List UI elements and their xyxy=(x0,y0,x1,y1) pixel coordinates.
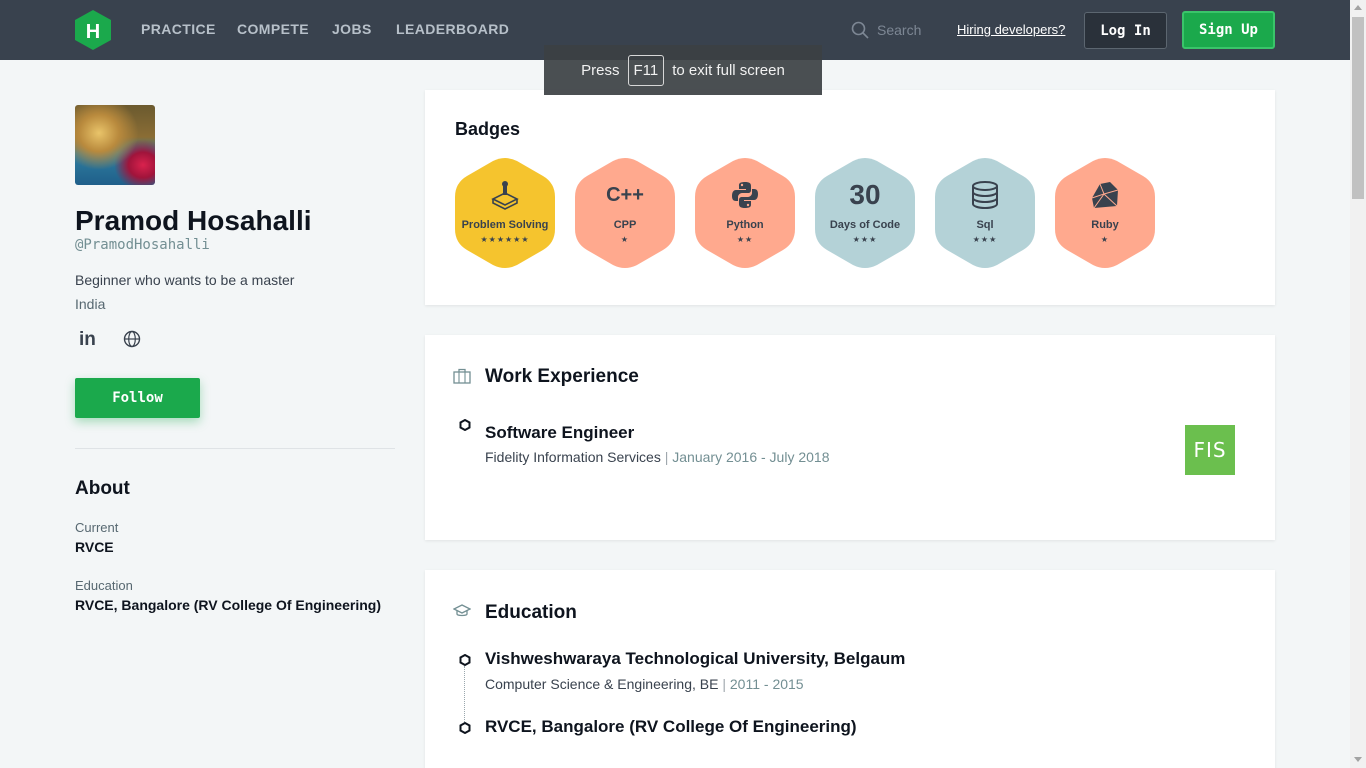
badge-label: Ruby xyxy=(1091,219,1119,231)
badge-hexagon xyxy=(1055,158,1155,268)
about-education-label: Education xyxy=(75,578,133,593)
nav-compete[interactable]: COMPETE xyxy=(237,21,309,37)
fullscreen-notice-press: Press xyxy=(581,61,620,79)
separator: | xyxy=(722,676,726,692)
about-title: About xyxy=(75,478,130,499)
cpp-icon-text: C++ xyxy=(606,183,644,206)
database-icon xyxy=(935,178,1035,212)
work-dates: January 2016 - July 2018 xyxy=(672,449,830,465)
work-role: Software Engineer xyxy=(485,423,635,442)
timeline-hexagon-icon xyxy=(459,654,471,666)
education-card: Education Vishweshwaraya Technological U… xyxy=(425,570,1275,768)
profile-country: India xyxy=(75,296,106,312)
cpp-icon: C++ xyxy=(575,178,675,212)
badge-hexagon xyxy=(815,158,915,268)
badge-hexagon xyxy=(455,158,555,268)
badge-stars: ★★ xyxy=(736,235,754,244)
education-school: RVCE, Bangalore (RV College Of Engineeri… xyxy=(485,717,857,736)
scroll-down-arrow-icon[interactable] xyxy=(1354,757,1362,762)
follow-button[interactable]: Follow xyxy=(75,378,200,418)
badge-label: Problem Solving xyxy=(461,219,549,231)
login-button[interactable]: Log In xyxy=(1084,12,1167,49)
timeline-hexagon-icon xyxy=(459,722,471,734)
nav-jobs[interactable]: JOBS xyxy=(332,21,372,37)
badges-title: Badges xyxy=(455,119,521,139)
website-globe-icon[interactable] xyxy=(123,330,141,348)
ruby-icon xyxy=(1055,178,1155,212)
briefcase-icon xyxy=(453,368,471,384)
search-icon[interactable] xyxy=(851,21,869,39)
badge-ruby[interactable]: Ruby ★ xyxy=(1055,158,1155,268)
badge-label: Sql xyxy=(976,219,994,231)
linkedin-icon[interactable]: in xyxy=(79,329,96,351)
badge-hexagon xyxy=(935,158,1035,268)
badge-sql[interactable]: Sql ★★★ xyxy=(935,158,1035,268)
badge-stars: ★★★★★★ xyxy=(480,235,530,244)
scrollbar-thumb[interactable] xyxy=(1352,17,1364,199)
30-days-icon: 30 xyxy=(815,178,915,212)
about-current-value: RVCE xyxy=(75,539,114,555)
30-days-icon-text: 30 xyxy=(849,179,881,210)
education-degree: Computer Science & Engineering, BE xyxy=(485,676,719,692)
graduation-cap-icon xyxy=(453,604,471,617)
education-title: Education xyxy=(485,602,577,623)
education-school: Vishweshwaraya Technological University,… xyxy=(485,649,906,668)
badges-card: Badges Problem Solving ★★★★★★ C++ CPP ★ xyxy=(425,90,1275,305)
badge-stars: ★ xyxy=(620,235,630,244)
hiring-developers-link[interactable]: Hiring developers? xyxy=(957,22,1065,37)
badge-stars: ★★★ xyxy=(852,235,878,244)
timeline-connector xyxy=(464,666,465,724)
fullscreen-key: F11 xyxy=(627,54,665,86)
profile-handle: @PramodHosahalli xyxy=(75,237,210,253)
fullscreen-notice: Press F11 to exit full screen xyxy=(544,45,822,95)
profile-name: Pramod Hosahalli xyxy=(75,205,312,236)
badge-days-of-code[interactable]: 30 Days of Code ★★★ xyxy=(815,158,915,268)
nav-leaderboard[interactable]: LEADERBOARD xyxy=(396,21,509,37)
about-current-label: Current xyxy=(75,520,119,535)
hackerrank-logo[interactable]: H xyxy=(75,10,111,50)
problem-solving-icon xyxy=(455,178,555,212)
nav-practice[interactable]: PRACTICE xyxy=(141,21,216,37)
python-icon xyxy=(695,178,795,212)
badge-label: Days of Code xyxy=(829,219,901,231)
avatar xyxy=(75,105,155,185)
signup-button[interactable]: Sign Up xyxy=(1182,11,1275,49)
separator: | xyxy=(664,449,669,465)
fullscreen-notice-suffix: to exit full screen xyxy=(672,61,785,79)
badge-problem-solving[interactable]: Problem Solving ★★★★★★ xyxy=(455,158,555,268)
badge-cpp[interactable]: C++ CPP ★ xyxy=(575,158,675,268)
education-dates: 2011 - 2015 xyxy=(729,676,804,692)
badge-stars: ★ xyxy=(1100,235,1110,244)
profile-divider xyxy=(75,448,395,449)
badge-python[interactable]: Python ★★ xyxy=(695,158,795,268)
timeline-hexagon-icon xyxy=(459,419,471,431)
badge-stars: ★★★ xyxy=(972,235,998,244)
scroll-up-arrow-icon[interactable] xyxy=(1354,5,1362,10)
education-degree-line: Computer Science & Engineering, BE | 201… xyxy=(485,676,804,692)
search-input[interactable]: Search xyxy=(877,22,921,38)
badge-hexagon xyxy=(575,158,675,268)
about-education-value: RVCE, Bangalore (RV College Of Engineeri… xyxy=(75,597,381,613)
company-logo: FIS xyxy=(1185,425,1235,475)
work-company: Fidelity Information Services xyxy=(485,449,661,465)
company-logo-text: FIS xyxy=(1193,438,1227,462)
work-company-line: Fidelity Information Services | January … xyxy=(485,449,829,465)
svg-text:H: H xyxy=(86,21,100,43)
badge-label: Python xyxy=(726,219,764,231)
badge-label: CPP xyxy=(613,219,637,231)
profile-bio: Beginner who wants to be a master xyxy=(75,272,295,288)
work-experience-title: Work Experience xyxy=(485,366,639,387)
badge-hexagon xyxy=(695,158,795,268)
work-experience-card: Work Experience Software Engineer Fideli… xyxy=(425,335,1275,540)
